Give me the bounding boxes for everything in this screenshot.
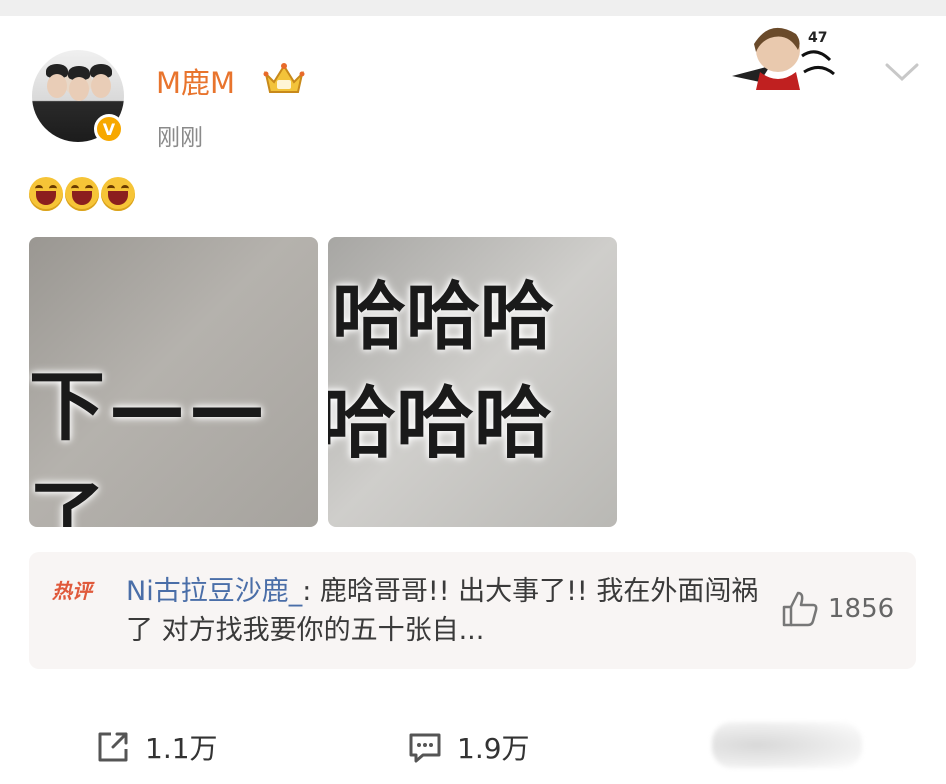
comment-count: 1.9万 — [457, 732, 530, 765]
snow-writing-line-1: 哈哈哈 — [332, 274, 554, 360]
hot-comment-text[interactable]: Ni古拉豆沙鹿_: 鹿晗哥哥!! 出大事了!! 我在外面闯祸了 对方找我要你的五… — [126, 572, 766, 650]
share-count: 1.1万 — [145, 732, 218, 765]
verified-badge-icon: V — [94, 114, 124, 144]
top-status-strip — [0, 0, 946, 16]
hot-comment-like-count: 1856 — [828, 594, 895, 624]
username[interactable]: M鹿M — [156, 60, 235, 102]
share-button[interactable]: 1.1万 — [95, 727, 218, 767]
post-emoji-row — [29, 177, 135, 211]
fan-badge-decoration[interactable]: 47 — [730, 16, 840, 90]
share-icon — [98, 732, 128, 762]
snow-writing-line-2: 哈哈哈 — [328, 379, 553, 469]
post-time: 刚刚 — [157, 125, 203, 151]
vip-crown-icon — [263, 63, 305, 93]
laughing-face-icon — [65, 177, 99, 211]
like-button-blurred[interactable] — [712, 722, 862, 768]
snow-writing-text: 下——了 — [29, 362, 269, 527]
thumbs-up-icon[interactable] — [780, 589, 820, 629]
hot-comment-label: 热评 — [52, 579, 92, 603]
post-image-2[interactable]: 哈哈哈 哈哈哈 — [328, 237, 617, 527]
comment-icon — [409, 733, 441, 763]
chevron-down-icon[interactable] — [884, 60, 920, 84]
comment-button[interactable]: 1.9万 — [407, 727, 530, 767]
svg-text:47: 47 — [808, 30, 827, 46]
post-image-1[interactable]: 下——了 — [29, 237, 318, 527]
laughing-face-icon — [29, 177, 63, 211]
hot-comment-user[interactable]: Ni古拉豆沙鹿_ — [126, 576, 302, 607]
laughing-face-icon — [101, 177, 135, 211]
